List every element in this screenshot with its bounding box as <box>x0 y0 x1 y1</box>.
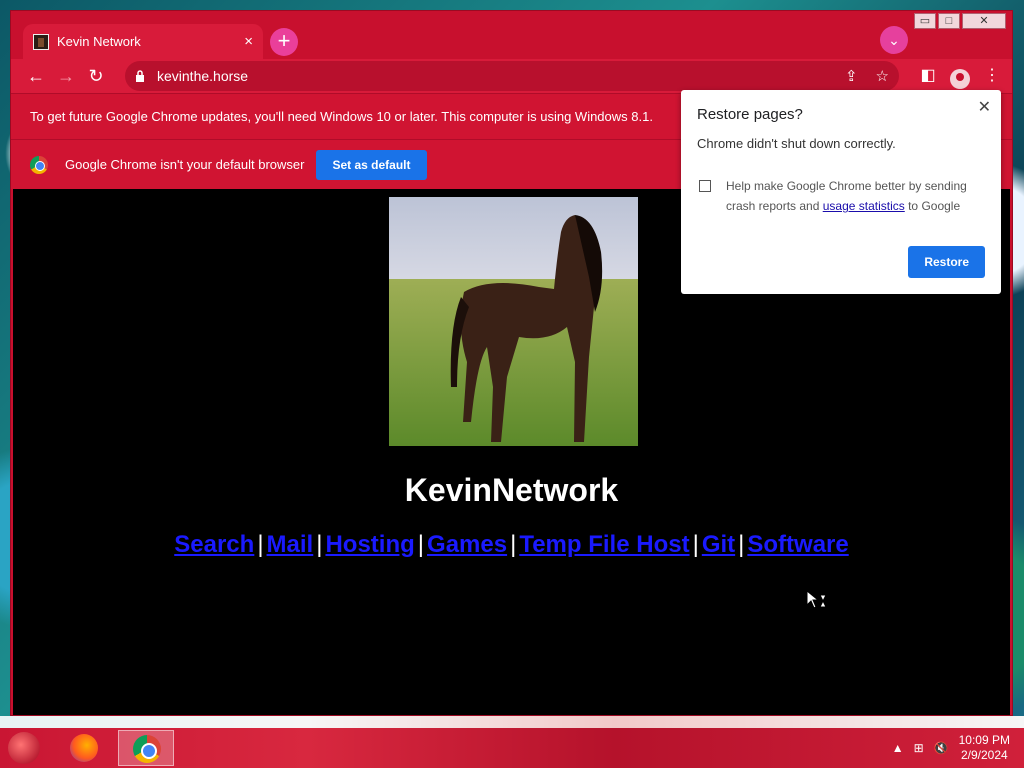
dialog-close-icon[interactable]: ✕ <box>978 97 991 117</box>
crash-report-label: Help make Google Chrome better by sendin… <box>726 176 985 216</box>
window-controls: ▭ □ ✕ <box>914 13 1006 29</box>
link-games[interactable]: Games <box>424 531 510 558</box>
system-tray: ▲ ⊞ 🔇 10:09 PM 2/9/2024 <box>892 732 1010 764</box>
crash-report-checkbox[interactable] <box>699 180 711 192</box>
clock-time: 10:09 PM <box>958 733 1010 747</box>
minimize-button[interactable]: ▭ <box>914 13 936 29</box>
link-temp-file-host[interactable]: Temp File Host <box>516 531 692 558</box>
tab-close-icon[interactable]: × <box>244 33 253 50</box>
clock-date: 2/9/2024 <box>960 748 1008 762</box>
link-software[interactable]: Software <box>744 531 851 558</box>
crash-report-option: Help make Google Chrome better by sendin… <box>697 176 985 216</box>
site-title: KevinNetwork <box>404 472 619 508</box>
forward-button[interactable]: → <box>51 61 81 91</box>
nav-links: Search | Mail | Hosting | Games | Temp File Host… <box>13 531 1010 559</box>
os-update-text: To get future Google Chrome updates, you… <box>30 109 653 124</box>
side-panel-icon[interactable]: ◧ <box>916 61 940 91</box>
taskbar-chrome[interactable] <box>118 730 174 766</box>
clock[interactable]: 10:09 PM 2/9/2024 <box>959 733 1010 763</box>
link-separator: | <box>257 531 264 558</box>
link-git[interactable]: Git <box>699 531 738 558</box>
close-window-button[interactable]: ✕ <box>962 13 1006 29</box>
bookmark-star-icon[interactable]: ☆ <box>876 67 889 85</box>
profile-avatar-icon[interactable] <box>950 68 970 89</box>
default-browser-text: Google Chrome isn't your default browser <box>65 157 305 172</box>
horse-favicon-icon <box>33 33 49 50</box>
crash-report-text-end: to Google <box>904 199 961 213</box>
usage-statistics-link[interactable]: usage statistics <box>823 199 905 213</box>
chrome-logo-icon <box>30 155 48 174</box>
toolbar: ← → ↻ kevinthe.horse ⇪ ☆ ◧ ⋮ <box>11 59 1012 93</box>
link-mail[interactable]: Mail <box>264 531 317 558</box>
tab-strip: Kevin Network × + ⌄ ▭ □ ✕ <box>11 11 1012 59</box>
dialog-title: Restore pages? <box>697 106 803 123</box>
taskbar: ▲ ⊞ 🔇 10:09 PM 2/9/2024 <box>0 728 1024 768</box>
network-icon[interactable]: ⊞ <box>914 741 924 755</box>
tab-kevin-network[interactable]: Kevin Network × <box>23 24 263 59</box>
firefox-icon <box>70 734 98 762</box>
restore-button[interactable]: Restore <box>908 246 985 278</box>
tray-expand-icon[interactable]: ▲ <box>892 741 904 755</box>
link-separator: | <box>692 531 699 558</box>
busy-cursor-icon <box>806 590 827 609</box>
new-tab-button[interactable]: + <box>270 28 298 56</box>
tab-search-button[interactable]: ⌄ <box>880 26 908 54</box>
horse-photo <box>389 197 638 446</box>
menu-icon[interactable]: ⋮ <box>980 61 1004 91</box>
start-button[interactable] <box>8 732 40 764</box>
share-icon[interactable]: ⇪ <box>845 67 858 85</box>
link-hosting[interactable]: Hosting <box>322 531 417 558</box>
toolbar-right: ◧ ⋮ <box>916 61 1004 91</box>
restore-pages-dialog: ✕ Restore pages? Chrome didn't shut down… <box>681 90 1001 294</box>
maximize-button[interactable]: □ <box>938 13 960 29</box>
lock-icon <box>136 70 144 82</box>
chrome-icon <box>133 735 161 763</box>
back-button[interactable]: ← <box>21 61 51 91</box>
tab-title: Kevin Network <box>57 34 141 49</box>
taskbar-firefox[interactable] <box>58 730 114 766</box>
volume-muted-icon[interactable]: 🔇 <box>934 741 949 755</box>
url-text: kevinthe.horse <box>157 68 249 84</box>
link-search[interactable]: Search <box>171 531 257 558</box>
dialog-subtitle: Chrome didn't shut down correctly. <box>697 136 896 151</box>
address-bar[interactable]: kevinthe.horse ⇪ ☆ <box>125 61 899 91</box>
set-as-default-button[interactable]: Set as default <box>316 149 427 180</box>
reload-button[interactable]: ↻ <box>81 61 111 91</box>
